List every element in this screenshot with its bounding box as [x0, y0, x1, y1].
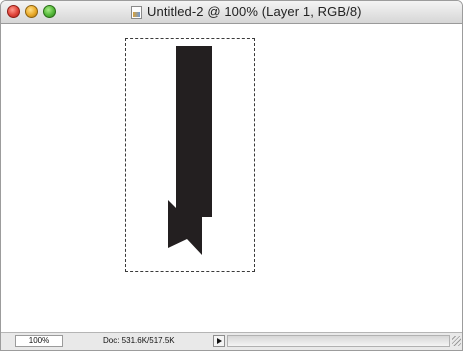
document-window: Untitled-2 @ 100% (Layer 1, RGB/8) 100% …: [0, 0, 463, 351]
zoom-level-field[interactable]: 100%: [15, 335, 63, 347]
minimize-button[interactable]: [25, 5, 38, 18]
status-bar: 100% Doc: 531.6K/517.5K: [1, 332, 462, 350]
ribbon-path: [168, 46, 212, 255]
zoom-button[interactable]: [43, 5, 56, 18]
document-icon: [131, 6, 142, 19]
ribbon-shape[interactable]: [165, 46, 215, 258]
document-canvas[interactable]: [1, 24, 462, 333]
window-title: Untitled-2 @ 100% (Layer 1, RGB/8): [147, 4, 362, 19]
status-menu-arrow-icon[interactable]: [213, 335, 225, 347]
close-button[interactable]: [7, 5, 20, 18]
title-bar[interactable]: Untitled-2 @ 100% (Layer 1, RGB/8): [1, 1, 462, 24]
horizontal-scrollbar[interactable]: [227, 335, 450, 347]
resize-grip-icon[interactable]: [452, 336, 461, 346]
document-size-info: Doc: 531.6K/517.5K: [103, 336, 175, 345]
